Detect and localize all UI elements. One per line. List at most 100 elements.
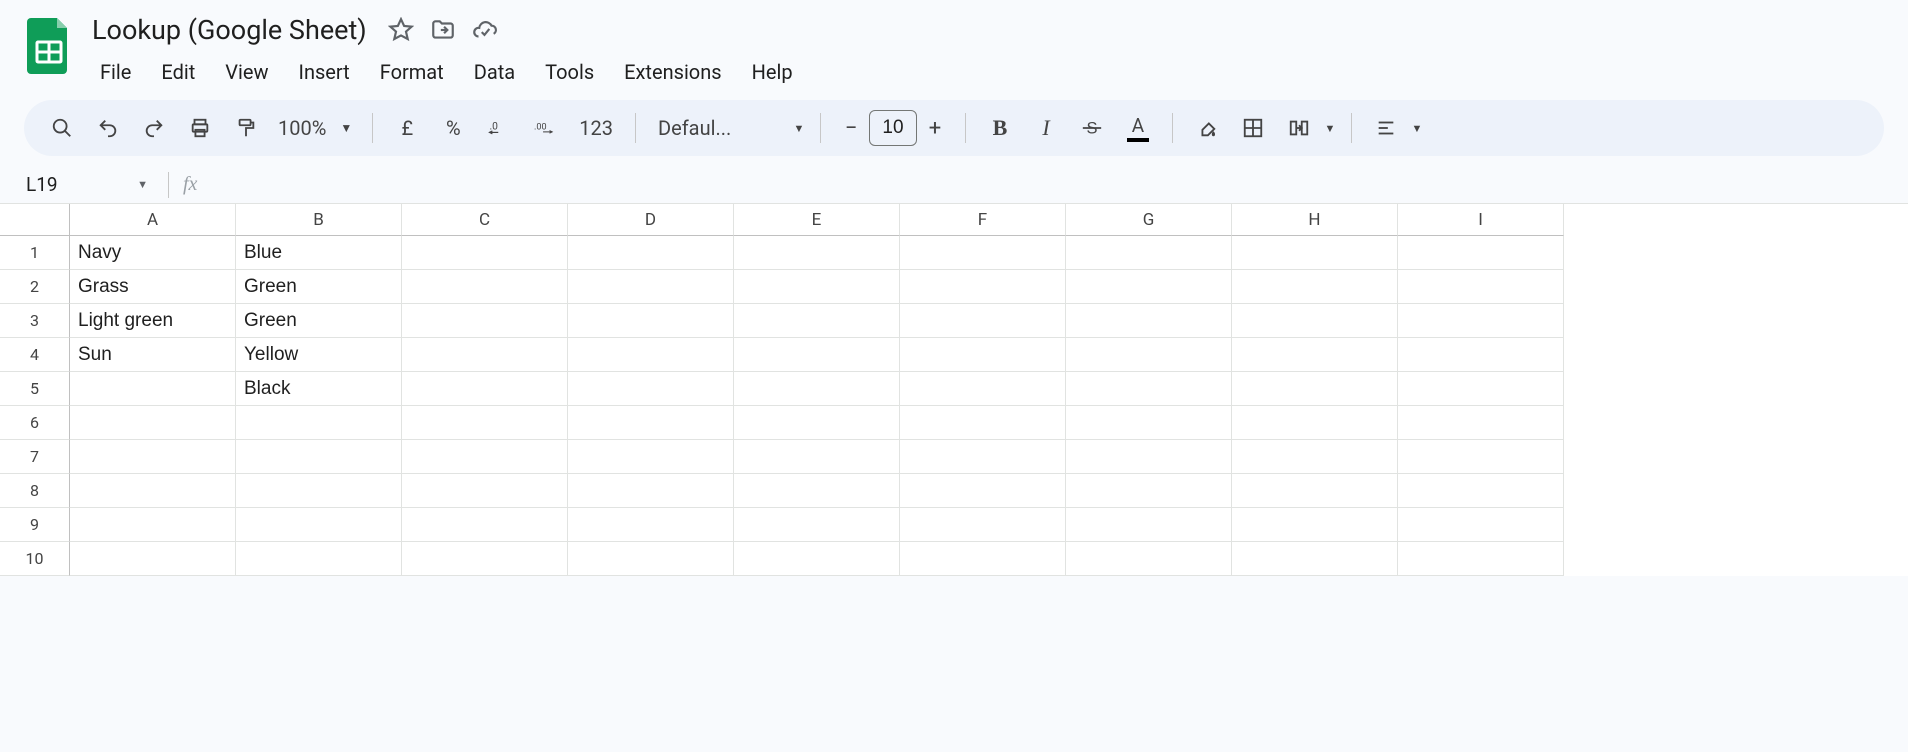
cell[interactable] bbox=[1066, 338, 1232, 372]
cell[interactable] bbox=[1066, 440, 1232, 474]
italic-button[interactable]: I bbox=[1024, 108, 1068, 148]
cell[interactable] bbox=[734, 508, 900, 542]
cell[interactable] bbox=[1066, 304, 1232, 338]
cell[interactable] bbox=[734, 236, 900, 270]
cell[interactable] bbox=[402, 304, 568, 338]
cell[interactable] bbox=[1232, 270, 1398, 304]
cell[interactable] bbox=[734, 474, 900, 508]
cell[interactable] bbox=[1398, 236, 1564, 270]
cell[interactable] bbox=[1232, 236, 1398, 270]
cell[interactable] bbox=[900, 474, 1066, 508]
cell[interactable] bbox=[70, 542, 236, 576]
formula-bar-input[interactable] bbox=[197, 166, 1908, 203]
menu-data[interactable]: Data bbox=[460, 54, 529, 90]
cell[interactable]: Sun bbox=[70, 338, 236, 372]
cell[interactable] bbox=[734, 440, 900, 474]
row-header[interactable]: 3 bbox=[0, 304, 70, 338]
cell[interactable] bbox=[568, 406, 734, 440]
cell[interactable] bbox=[734, 304, 900, 338]
menu-insert[interactable]: Insert bbox=[285, 54, 364, 90]
cell[interactable] bbox=[236, 508, 402, 542]
cell[interactable] bbox=[900, 270, 1066, 304]
star-icon[interactable] bbox=[387, 16, 415, 44]
cell[interactable] bbox=[1398, 372, 1564, 406]
cell[interactable] bbox=[900, 304, 1066, 338]
cell[interactable]: Green bbox=[236, 304, 402, 338]
cell[interactable] bbox=[402, 372, 568, 406]
paint-format-icon[interactable] bbox=[224, 108, 268, 148]
cell[interactable] bbox=[402, 474, 568, 508]
cell[interactable] bbox=[1232, 304, 1398, 338]
cell[interactable] bbox=[900, 542, 1066, 576]
cell[interactable] bbox=[1398, 474, 1564, 508]
column-header[interactable]: G bbox=[1066, 204, 1232, 236]
increase-decimal-icon[interactable]: .00 bbox=[523, 108, 567, 148]
format-percent-button[interactable]: % bbox=[431, 108, 475, 148]
menu-tools[interactable]: Tools bbox=[531, 54, 608, 90]
cell[interactable] bbox=[1232, 372, 1398, 406]
cell[interactable] bbox=[568, 304, 734, 338]
cell[interactable] bbox=[1398, 542, 1564, 576]
cell[interactable] bbox=[1398, 270, 1564, 304]
cell[interactable] bbox=[70, 508, 236, 542]
decrease-decimal-icon[interactable]: .0 bbox=[477, 108, 521, 148]
cell[interactable] bbox=[568, 474, 734, 508]
cell[interactable] bbox=[402, 542, 568, 576]
merge-cells-button[interactable] bbox=[1277, 108, 1321, 148]
strikethrough-button[interactable]: S bbox=[1070, 108, 1114, 148]
cell[interactable] bbox=[1066, 236, 1232, 270]
cell[interactable] bbox=[1398, 338, 1564, 372]
cell[interactable] bbox=[1066, 372, 1232, 406]
cell[interactable] bbox=[568, 372, 734, 406]
move-to-folder-icon[interactable] bbox=[429, 16, 457, 44]
cell[interactable] bbox=[900, 406, 1066, 440]
cell[interactable] bbox=[734, 338, 900, 372]
chevron-down-icon[interactable]: ▼ bbox=[790, 122, 808, 135]
cell[interactable] bbox=[1232, 508, 1398, 542]
cell[interactable] bbox=[1232, 406, 1398, 440]
menu-format[interactable]: Format bbox=[366, 54, 458, 90]
cell[interactable] bbox=[568, 542, 734, 576]
cell[interactable] bbox=[1066, 542, 1232, 576]
cell[interactable] bbox=[1066, 406, 1232, 440]
doc-title[interactable]: Lookup (Google Sheet) bbox=[86, 12, 373, 48]
cloud-saved-icon[interactable] bbox=[471, 16, 499, 44]
cell[interactable] bbox=[402, 270, 568, 304]
cell[interactable] bbox=[900, 372, 1066, 406]
fill-color-button[interactable] bbox=[1185, 108, 1229, 148]
undo-icon[interactable] bbox=[86, 108, 130, 148]
cell[interactable] bbox=[70, 406, 236, 440]
cell[interactable] bbox=[1398, 406, 1564, 440]
redo-icon[interactable] bbox=[132, 108, 176, 148]
column-header[interactable]: I bbox=[1398, 204, 1564, 236]
cell[interactable] bbox=[568, 508, 734, 542]
menu-extensions[interactable]: Extensions bbox=[610, 54, 735, 90]
text-color-button[interactable]: A bbox=[1116, 108, 1160, 148]
row-header[interactable]: 7 bbox=[0, 440, 70, 474]
cell[interactable] bbox=[402, 406, 568, 440]
column-header[interactable]: H bbox=[1232, 204, 1398, 236]
row-header[interactable]: 10 bbox=[0, 542, 70, 576]
row-header[interactable]: 9 bbox=[0, 508, 70, 542]
cell[interactable] bbox=[70, 372, 236, 406]
bold-button[interactable]: B bbox=[978, 108, 1022, 148]
borders-button[interactable] bbox=[1231, 108, 1275, 148]
column-header[interactable]: B bbox=[236, 204, 402, 236]
more-number-formats-button[interactable]: 123 bbox=[569, 108, 623, 148]
row-header[interactable]: 8 bbox=[0, 474, 70, 508]
cell[interactable] bbox=[70, 474, 236, 508]
cell[interactable] bbox=[402, 440, 568, 474]
cell[interactable] bbox=[734, 406, 900, 440]
row-header[interactable]: 5 bbox=[0, 372, 70, 406]
row-header[interactable]: 1 bbox=[0, 236, 70, 270]
cell[interactable] bbox=[1066, 474, 1232, 508]
cell[interactable] bbox=[1398, 440, 1564, 474]
cell[interactable]: Black bbox=[236, 372, 402, 406]
cell[interactable]: Navy bbox=[70, 236, 236, 270]
menu-view[interactable]: View bbox=[211, 54, 282, 90]
name-box[interactable]: L19 ▼ bbox=[10, 169, 160, 200]
font-size-decrease-button[interactable]: − bbox=[833, 110, 869, 146]
chevron-down-icon[interactable]: ▼ bbox=[1408, 122, 1426, 135]
cell[interactable] bbox=[236, 474, 402, 508]
cell[interactable] bbox=[1066, 270, 1232, 304]
